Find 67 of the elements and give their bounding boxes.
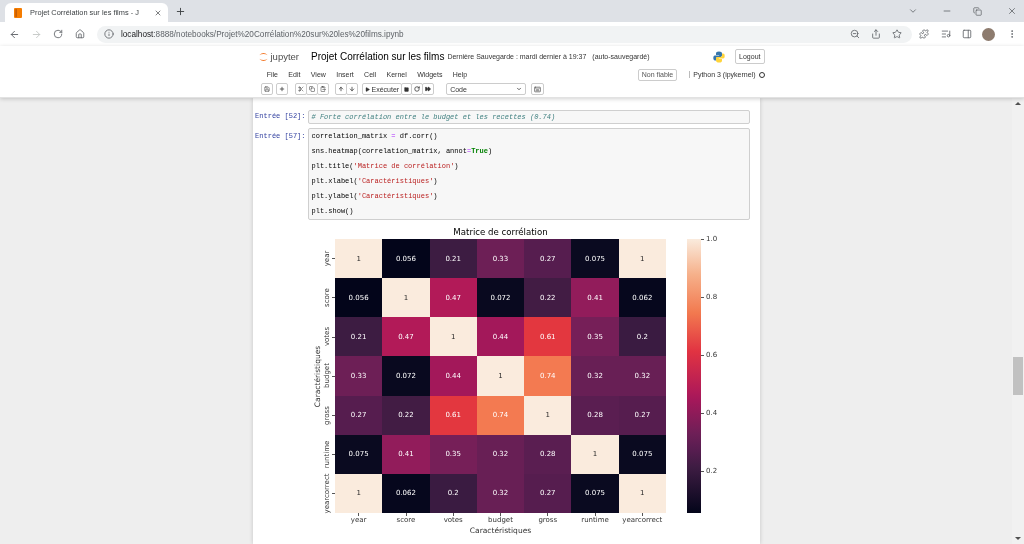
tick-mark: [701, 354, 704, 356]
save-icon: [263, 86, 270, 92]
tick-mark: [332, 414, 335, 416]
info-icon[interactable]: [104, 29, 114, 39]
tick-mark: [701, 470, 704, 472]
chart-title: Matrice de corrélation: [453, 226, 548, 237]
scissors-icon: [297, 86, 304, 92]
back-icon[interactable]: [8, 28, 20, 40]
chevron-down-icon[interactable]: [908, 6, 918, 16]
scrollbar-thumb[interactable]: [1013, 357, 1023, 395]
tick-mark: [332, 336, 335, 338]
tick-mark: [332, 453, 335, 455]
share-icon[interactable]: [870, 29, 881, 39]
scroll-down-icon[interactable]: [1015, 537, 1021, 540]
restart-icon: [414, 86, 421, 92]
copy-icon: [308, 86, 315, 92]
media-list-icon[interactable]: [940, 29, 951, 39]
keyboard-button[interactable]: [531, 83, 545, 95]
avatar-icon[interactable]: [981, 27, 995, 41]
add-cell-button[interactable]: [275, 83, 288, 95]
forward-icon[interactable]: [30, 28, 42, 40]
arrow-up-icon: [337, 86, 344, 92]
tick-mark: [405, 513, 407, 516]
tick-mark: [332, 493, 335, 494]
cut-button[interactable]: [294, 83, 307, 95]
tick-mark: [500, 513, 501, 516]
close-window-icon[interactable]: [1007, 6, 1017, 16]
tick-mark: [358, 513, 359, 516]
tick-mark: [594, 513, 596, 516]
caret-icon: [516, 86, 523, 92]
close-icon[interactable]: [154, 8, 162, 17]
side-panel-icon[interactable]: [961, 29, 972, 39]
tick-mark: [701, 412, 704, 414]
address-bar[interactable]: localhost:8888/notebooks/Projet%20Corrélation%20sur%20les%20films.ipynb: [97, 25, 912, 43]
tick-mark: [332, 297, 335, 299]
play-icon: [364, 86, 370, 92]
save-button[interactable]: [260, 83, 273, 95]
restore-icon[interactable]: [972, 6, 982, 16]
tick-mark: [547, 513, 549, 516]
tick-mark: [452, 513, 454, 516]
paste-icon: [319, 86, 326, 92]
restart-button[interactable]: [411, 83, 424, 95]
url-text: localhost:8888/notebooks/Projet%20Corrélation%20sur%20les%20films.ipynb: [121, 29, 405, 39]
arrow-down-icon: [348, 86, 355, 92]
home-icon[interactable]: [75, 29, 85, 39]
tick-mark: [332, 375, 335, 377]
zoom-out-icon[interactable]: [849, 29, 860, 39]
tick-mark: [642, 513, 643, 516]
move-up-button[interactable]: [334, 83, 347, 95]
reload-icon[interactable]: [53, 29, 63, 39]
tick-mark: [332, 258, 335, 259]
book-icon: [14, 7, 22, 18]
notebook-title[interactable]: Projet Corrélation sur les films: [311, 51, 445, 62]
two-tone-logo-icon: [713, 50, 726, 63]
scrollbar[interactable]: [1012, 98, 1024, 544]
tick-mark: [701, 296, 704, 298]
arcs-logo-icon: [258, 50, 268, 63]
scroll-up-icon[interactable]: [1015, 102, 1021, 105]
fast-forward-icon: [425, 86, 432, 92]
restart-run-all-button[interactable]: [422, 83, 435, 95]
tick-mark: [701, 238, 704, 240]
new-tab-icon[interactable]: [174, 5, 186, 17]
logo-text: jupyter: [270, 51, 299, 62]
puzzle-icon[interactable]: [919, 29, 929, 39]
star-icon[interactable]: [891, 29, 902, 39]
keyboard-icon: [534, 85, 542, 93]
plus-icon: [278, 86, 285, 92]
